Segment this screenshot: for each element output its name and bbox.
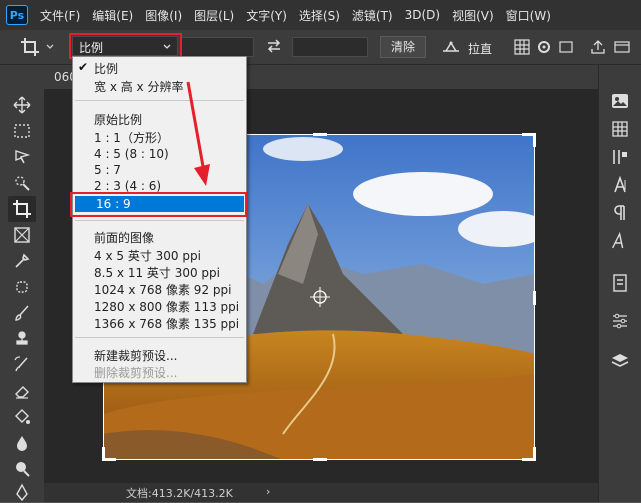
crop-handle-bottom[interactable] xyxy=(313,458,327,461)
menu-edit[interactable]: 编辑(E) xyxy=(86,7,139,24)
crop-tool-button[interactable] xyxy=(8,196,36,222)
share-icon[interactable] xyxy=(590,39,606,55)
menu-type[interactable]: 文字(Y) xyxy=(240,7,293,24)
selection-annotation-box xyxy=(70,192,247,217)
chevron-down-icon[interactable] xyxy=(46,43,54,51)
blur-icon[interactable] xyxy=(12,433,32,453)
menu-item-preset-4[interactable]: 1280 x 800 像素 113 ppi xyxy=(94,298,239,315)
frame-icon[interactable] xyxy=(12,225,32,245)
height-field[interactable] xyxy=(292,37,368,57)
crop-handle-tr-v[interactable] xyxy=(533,133,536,147)
menu-bar: Ps 文件(F) 编辑(E) 图像(I) 图层(L) 文字(Y) 选择(S) 滤… xyxy=(0,0,641,30)
paint-bucket-icon[interactable] xyxy=(12,407,32,427)
content-aware-checkbox-icon[interactable] xyxy=(558,39,574,55)
image-panel-icon[interactable] xyxy=(610,91,630,111)
clear-button[interactable]: 清除 xyxy=(380,36,426,58)
menu-item-ratio-2-3[interactable]: 2 : 3 (4 : 6) xyxy=(94,179,161,193)
crop-icon xyxy=(13,200,31,218)
menu-item-preset-2[interactable]: 8.5 x 11 英寸 300 ppi xyxy=(94,264,220,281)
marquee-icon[interactable] xyxy=(12,121,32,141)
brush-icon[interactable] xyxy=(12,303,32,323)
menu-item-ratio-4-5[interactable]: 4 : 5 (8 : 10) xyxy=(94,147,169,161)
sliders-icon[interactable] xyxy=(610,311,630,331)
status-menu-arrow[interactable]: › xyxy=(266,485,270,498)
quick-select-icon[interactable] xyxy=(12,173,32,193)
photoshop-logo: Ps xyxy=(6,5,28,25)
swap-icon[interactable] xyxy=(266,39,282,53)
history-brush-icon[interactable] xyxy=(12,355,32,375)
crop-handle-bl-v[interactable] xyxy=(102,447,105,461)
adjust-panel-icon[interactable] xyxy=(610,147,630,167)
pen-icon[interactable] xyxy=(12,483,32,503)
ratio-dropdown-menu: ✔ 比例 宽 x 高 x 分辨率 原始比例 1 : 1（方形） 4 : 5 (8… xyxy=(72,56,247,383)
menu-separator xyxy=(75,337,244,338)
menu-file[interactable]: 文件(F) xyxy=(34,7,86,24)
menu-item-preset-5[interactable]: 1366 x 768 像素 135 ppi xyxy=(94,315,239,332)
menu-layer[interactable]: 图层(L) xyxy=(188,7,240,24)
move-icon[interactable] xyxy=(12,95,32,115)
dodge-icon[interactable] xyxy=(12,459,32,479)
menu-item-ratio-5-7[interactable]: 5 : 7 xyxy=(94,163,121,177)
annotation-arrow-icon xyxy=(186,81,210,186)
status-bar: 文档:413.2K/413.2K › xyxy=(44,483,598,502)
menu-item-preset-1[interactable]: 4 x 5 英寸 300 ppi xyxy=(94,247,201,264)
crop-handle-br-v[interactable] xyxy=(533,447,536,461)
menu-item-original-ratio[interactable]: 原始比例 xyxy=(94,111,142,128)
tools-panel xyxy=(0,65,45,502)
eraser-icon[interactable] xyxy=(12,381,32,401)
grid-panel-icon[interactable] xyxy=(610,119,630,139)
menu-image[interactable]: 图像(I) xyxy=(139,7,188,24)
right-panel-dock xyxy=(598,65,641,502)
lasso-icon[interactable] xyxy=(12,147,32,167)
overlay-grid-icon[interactable] xyxy=(514,39,530,55)
crop-tool-preset-icon[interactable] xyxy=(20,37,40,57)
character-icon[interactable] xyxy=(610,175,630,195)
menu-item-new-crop-preset[interactable]: 新建裁剪预设... xyxy=(94,347,177,364)
glyphs-icon[interactable] xyxy=(610,231,630,251)
menu-3d[interactable]: 3D(D) xyxy=(399,8,446,22)
eyedropper-icon[interactable] xyxy=(12,251,32,271)
menu-filter[interactable]: 滤镜(T) xyxy=(346,7,399,24)
checkmark-icon: ✔ xyxy=(78,60,89,74)
width-field[interactable] xyxy=(180,37,254,57)
menu-window[interactable]: 窗口(W) xyxy=(500,7,557,24)
menu-item-delete-crop-preset: 删除裁剪预设... xyxy=(94,366,178,380)
stamp-icon[interactable] xyxy=(12,329,32,349)
crop-center-target-icon xyxy=(310,287,330,307)
workspace-icon[interactable] xyxy=(614,39,630,55)
menu-item-preset-3[interactable]: 1024 x 768 像素 92 ppi xyxy=(94,281,231,298)
settings-gear-icon[interactable] xyxy=(536,39,552,55)
menu-item-ratio-1-1[interactable]: 1 : 1（方形） xyxy=(94,129,169,146)
straighten-button[interactable]: 拉直 xyxy=(440,37,492,60)
straighten-icon xyxy=(443,41,459,52)
healing-brush-icon[interactable] xyxy=(12,277,32,297)
properties-icon[interactable] xyxy=(610,273,630,293)
paragraph-icon[interactable] xyxy=(610,203,630,223)
menu-item-front-image[interactable]: 前面的图像 xyxy=(94,229,154,246)
crop-handle-right[interactable] xyxy=(533,291,536,305)
straighten-label: 拉直 xyxy=(468,42,493,56)
menu-separator xyxy=(75,220,244,221)
menu-select[interactable]: 选择(S) xyxy=(293,7,346,24)
menu-item-ratio[interactable]: 比例 xyxy=(94,60,118,77)
crop-handle-top[interactable] xyxy=(313,133,327,136)
menu-view[interactable]: 视图(V) xyxy=(446,7,500,24)
document-size-info: 文档:413.2K/413.2K xyxy=(126,487,233,500)
layers-icon[interactable] xyxy=(610,351,630,371)
menu-item-width-height-resolution[interactable]: 宽 x 高 x 分辨率 xyxy=(94,78,183,95)
